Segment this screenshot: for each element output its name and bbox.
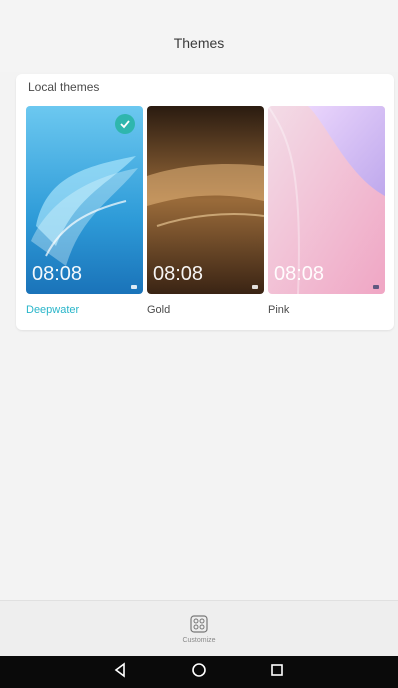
bottom-toolbar: Customize xyxy=(0,600,398,657)
home-button[interactable] xyxy=(190,661,208,684)
recents-icon xyxy=(271,663,283,676)
system-nav-bar xyxy=(0,656,398,688)
back-button[interactable] xyxy=(112,661,130,684)
customize-grid-icon xyxy=(190,615,208,633)
recents-button[interactable] xyxy=(268,661,286,684)
theme-deepwater[interactable]: 08:08 xyxy=(26,106,143,294)
theme-time: 08:08 xyxy=(153,263,204,285)
theme-label-gold[interactable]: Gold xyxy=(147,304,170,316)
title-bar: Themes xyxy=(0,14,398,72)
back-icon xyxy=(114,661,125,678)
theme-gold[interactable]: 08:08 xyxy=(147,106,264,294)
theme-time: 08:08 xyxy=(32,263,83,285)
customize-button[interactable]: Customize xyxy=(182,614,216,644)
camera-icon xyxy=(373,285,379,289)
home-icon xyxy=(192,662,206,677)
camera-icon xyxy=(252,285,258,289)
theme-label-pink[interactable]: Pink xyxy=(268,304,289,316)
selected-check-icon xyxy=(115,114,135,134)
section-title: Local themes xyxy=(28,80,100,94)
theme-time: 08:08 xyxy=(274,263,325,285)
status-bar-area xyxy=(0,0,398,14)
camera-icon xyxy=(131,285,137,289)
theme-label-deepwater[interactable]: Deepwater xyxy=(26,304,79,316)
customize-label: Customize xyxy=(182,637,216,644)
local-themes-card: Local themes 08:08 Deepwater 08:08 Gold … xyxy=(16,74,394,330)
theme-pink[interactable]: 08:08 xyxy=(268,106,385,294)
page-title: Themes xyxy=(173,35,225,51)
